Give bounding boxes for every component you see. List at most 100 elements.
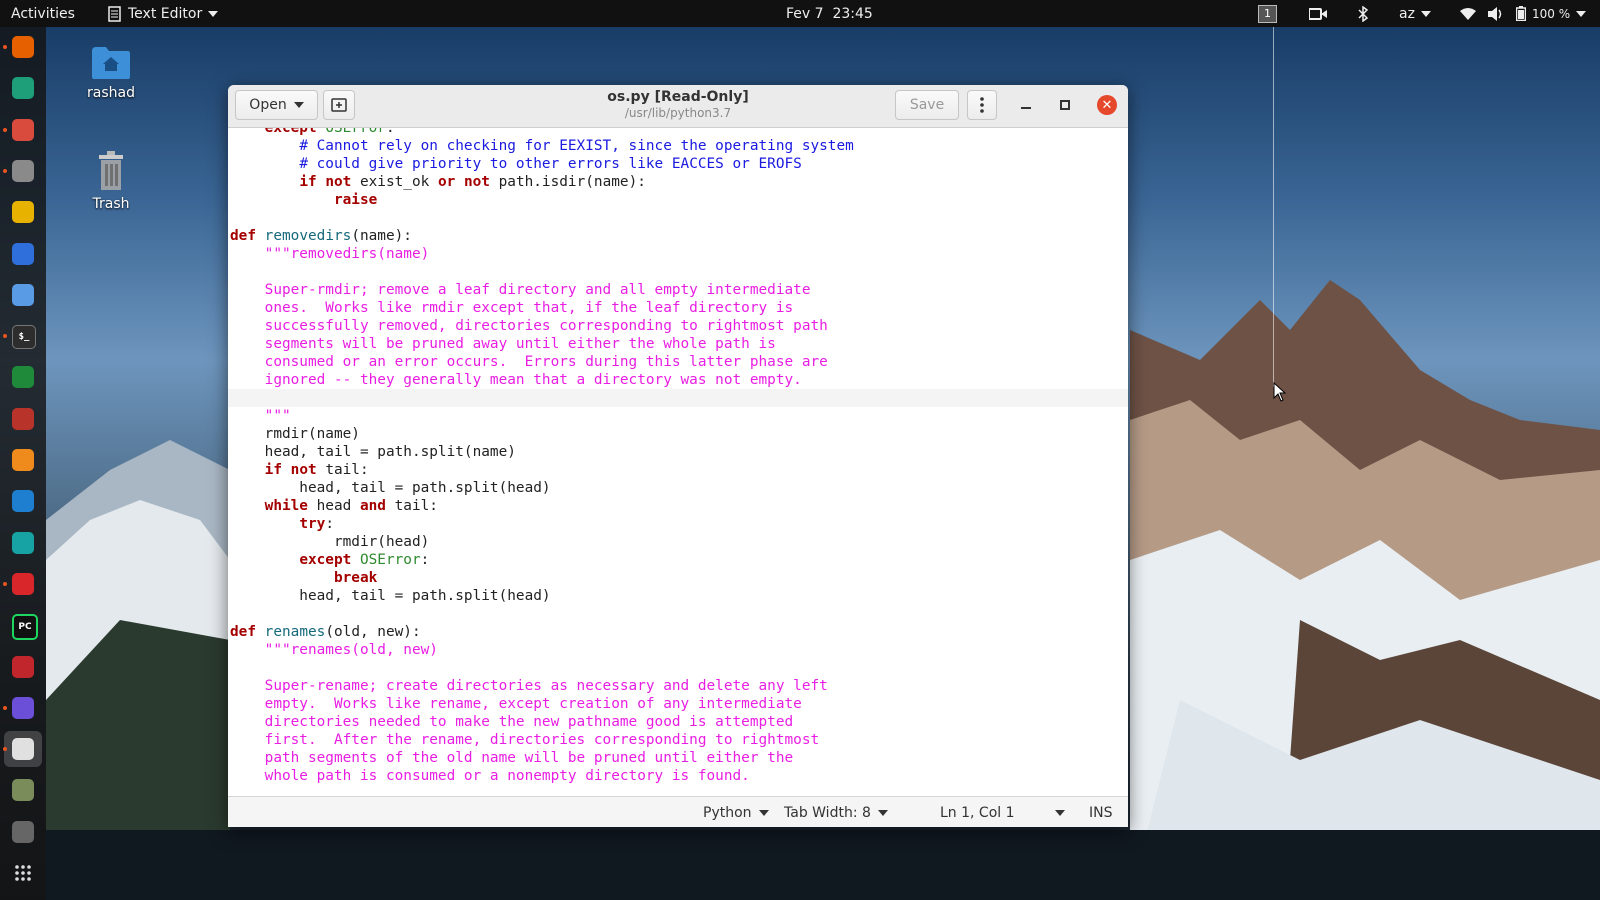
wifi-icon (1460, 7, 1476, 20)
webcam-icon[interactable] (12, 820, 34, 843)
running-indicator (3, 168, 7, 173)
document-viewer-icon[interactable] (12, 118, 34, 141)
code-line: except OSError: (230, 128, 1128, 137)
insert-mode-label: INS (1089, 804, 1113, 821)
code-line (228, 389, 1128, 407)
archive-manager-icon[interactable] (12, 159, 34, 182)
arduino-icon[interactable] (12, 531, 34, 554)
app-menu[interactable]: Text Editor (108, 0, 219, 27)
window-subtitle: /usr/lib/python3.7 (624, 106, 732, 120)
software-updater-icon[interactable] (12, 283, 34, 306)
snap-store-icon[interactable] (12, 77, 34, 100)
code-line: empty. Works like rename, except creatio… (230, 695, 1128, 713)
chevron-down-icon (1576, 10, 1587, 17)
code-token: tail: (316, 462, 369, 478)
code-token: tail: (385, 498, 438, 514)
save-button[interactable]: Save (895, 90, 959, 120)
code-line: rmdir(name) (230, 425, 1128, 443)
code-token: empty. Works like rename, except creatio… (264, 696, 802, 712)
desktop-home-folder[interactable]: rashad (71, 45, 151, 101)
running-indicator (3, 581, 7, 586)
bluetooth-icon (1358, 5, 1368, 22)
code-line: whole path is consumed or a nonempty dir… (230, 767, 1128, 785)
screen-recorder-icon[interactable] (12, 655, 34, 678)
new-document-button[interactable] (323, 90, 355, 120)
close-button[interactable]: ✕ (1097, 95, 1117, 115)
code-token: directories needed to make the new pathn… (264, 714, 794, 730)
save-button-label: Save (909, 97, 945, 113)
code-token: while (264, 498, 308, 514)
minimize-button[interactable] (1016, 95, 1036, 115)
sublime-text-icon[interactable] (12, 449, 34, 471)
position-menu[interactable] (1048, 797, 1065, 827)
rhythmbox-icon[interactable] (12, 201, 34, 224)
menu-button[interactable] (967, 90, 997, 120)
workspace-indicator[interactable]: 1 (1258, 0, 1277, 27)
code-token: path.isdir(name): (489, 174, 646, 190)
desktop-trash[interactable]: Trash (71, 150, 151, 212)
terminal-icon[interactable]: $_ (12, 325, 36, 350)
code-token: OSError (325, 128, 386, 136)
media-player-icon[interactable] (12, 696, 34, 719)
activities-button[interactable]: Activities (11, 0, 75, 27)
code-token: except (264, 128, 317, 136)
cursor-position[interactable]: Ln 1, Col 1 (940, 797, 1015, 827)
code-token: head, tail = path.split(head) (230, 480, 551, 496)
tab-width-selector[interactable]: Tab Width: 8 (784, 797, 888, 827)
running-indicator (3, 127, 7, 132)
firefox-icon[interactable] (12, 36, 34, 58)
show-applications-icon[interactable] (12, 862, 34, 884)
bluetooth-indicator[interactable] (1358, 0, 1368, 27)
trash-icon (99, 151, 123, 190)
code-token: raise (333, 192, 378, 208)
code-token: (name): (351, 228, 412, 244)
code-line: while head and tail: (230, 497, 1128, 515)
code-token: consumed or an error occurs. Errors duri… (264, 354, 828, 370)
code-view[interactable]: except OSError: # Cannot rely on checkin… (228, 128, 1128, 796)
maximize-button[interactable] (1055, 95, 1075, 115)
text-editor-icon[interactable] (12, 738, 34, 761)
code-line: if not tail: (230, 461, 1128, 479)
clock-label: Fev 7 23:45 (786, 5, 873, 22)
home-folder-icon (92, 47, 130, 79)
system-menu[interactable]: 100 % (1460, 0, 1587, 27)
code-line: break (230, 569, 1128, 587)
settings-gear-icon[interactable] (12, 407, 34, 430)
clock[interactable]: Fev 7 23:45 (786, 0, 873, 27)
code-token: successfully removed, directories corres… (264, 318, 828, 334)
running-indicator (3, 705, 7, 710)
language-label: Python (703, 804, 752, 821)
camera-indicator[interactable] (1309, 0, 1327, 27)
flameshot-icon[interactable] (12, 572, 34, 595)
language-selector[interactable]: Python (703, 797, 769, 827)
code-line: except OSError: (230, 551, 1128, 569)
keyboard-layout-menu[interactable]: az (1399, 0, 1431, 27)
code-token: try (299, 516, 326, 532)
code-token: not (325, 174, 352, 190)
vscode-icon[interactable] (12, 490, 34, 513)
code-line: """removedirs(name) (230, 245, 1128, 263)
code-token: def (230, 624, 256, 640)
libreoffice-writer-icon[interactable] (12, 242, 34, 265)
pycharm-icon[interactable]: PC (12, 614, 38, 641)
code-line: head, tail = path.split(head) (230, 479, 1128, 497)
cursor-guide-line (1273, 27, 1274, 387)
running-indicator (3, 45, 7, 49)
open-button[interactable]: Open (235, 90, 318, 120)
code-line: """ (230, 407, 1128, 425)
nvidia-icon[interactable] (12, 366, 34, 389)
spreadsheet-icon[interactable] (12, 779, 34, 802)
